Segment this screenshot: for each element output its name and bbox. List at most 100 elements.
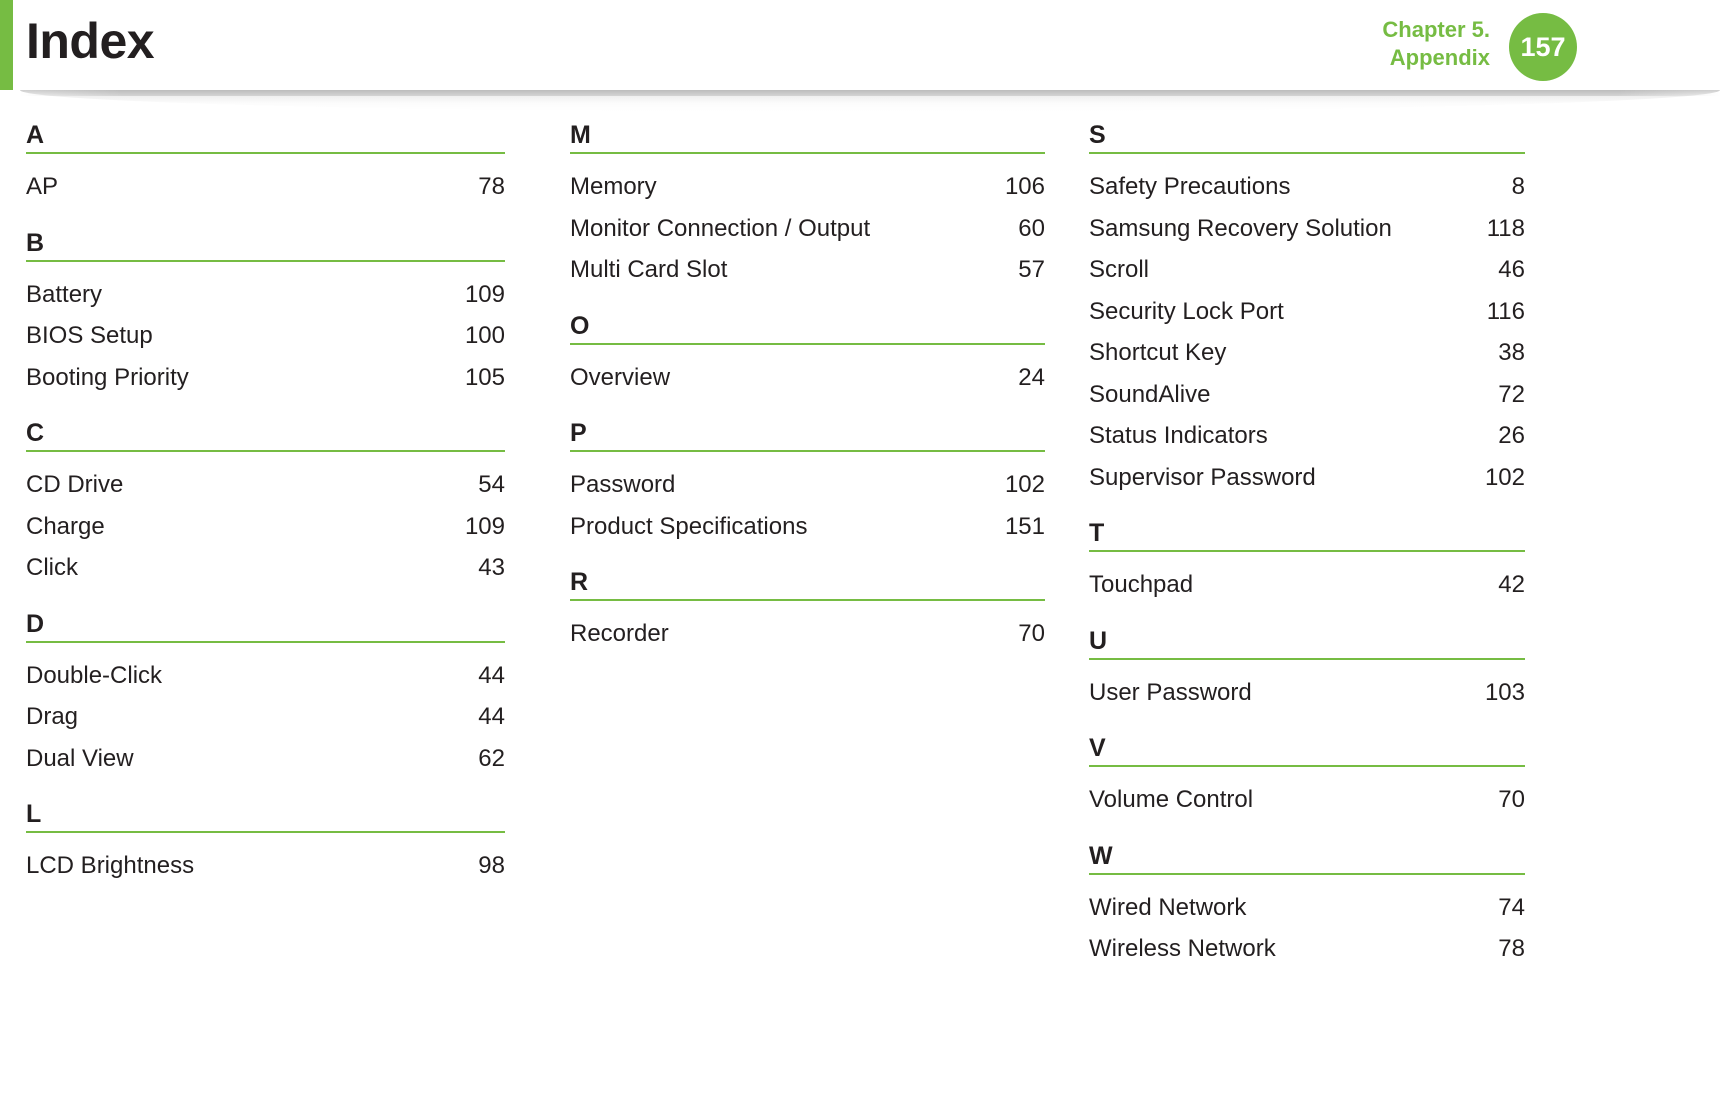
index-entry-label: Overview <box>570 363 671 391</box>
index-section-w: W Wired Network 74 Wireless Network 78 <box>1089 821 1525 970</box>
section-divider <box>1089 550 1525 552</box>
index-entry[interactable]: Double-Click 44 <box>26 655 505 697</box>
index-entry-label: BIOS Setup <box>26 322 153 349</box>
section-letter-heading: M <box>570 121 591 149</box>
index-entry-page: 78 <box>1498 935 1525 962</box>
index-entry-label: Scroll <box>1089 256 1150 283</box>
section-divider <box>570 342 1045 345</box>
index-entry[interactable]: Click 43 <box>26 547 505 589</box>
index-entry-label: Status Indicators <box>1089 422 1268 449</box>
index-entry-label: Supervisor Password <box>1089 463 1316 491</box>
page-number-badge: 157 <box>1509 13 1577 81</box>
index-entry-label: Multi Card Slot <box>570 256 728 283</box>
section-divider <box>570 450 1045 452</box>
section-divider <box>26 640 505 643</box>
chapter-label: Chapter 5. Appendix <box>1160 16 1490 72</box>
index-entry-label: Touchpad <box>1089 571 1194 598</box>
index-section-m: M Memory 106 Monitor Connection / Output 60 M… <box>570 112 1045 291</box>
index-entry[interactable]: BIOS Setup 100 <box>26 315 505 357</box>
index-section-r: R Recorder 70 <box>570 547 1045 655</box>
index-entry[interactable]: Safety Precautions 8 <box>1089 166 1525 208</box>
index-entry[interactable]: Status Indicators 26 <box>1089 415 1525 457</box>
index-entry[interactable]: Scroll 46 <box>1089 249 1525 291</box>
index-entry-label: Memory <box>570 173 657 200</box>
section-letter-heading: L <box>26 800 42 828</box>
index-entry-label: Booting Priority <box>26 363 189 391</box>
index-entry-label: User Password <box>1089 678 1252 706</box>
section-letter-heading: A <box>26 121 45 149</box>
index-entry[interactable]: Volume Control 70 <box>1089 779 1525 821</box>
section-divider <box>1089 765 1525 767</box>
index-entry-label: Charge <box>26 512 105 540</box>
index-entry[interactable]: User Password 103 <box>1089 672 1525 714</box>
index-entry-page: 103 <box>1484 678 1525 706</box>
index-section-l: L LCD Brightness 98 <box>26 779 505 887</box>
index-entry[interactable]: LCD Brightness 98 <box>26 845 505 887</box>
index-entry-label: Drag <box>26 703 79 730</box>
index-entry-page: 8 <box>1511 173 1525 200</box>
section-letter-heading: B <box>26 228 45 257</box>
index-entry-label: Dual View <box>26 744 134 772</box>
page-header: Index Chapter 5. Appendix 157 <box>0 0 1735 112</box>
index-entry[interactable]: Wired Network 74 <box>1089 887 1525 929</box>
index-entry-page: 44 <box>478 703 505 730</box>
index-entry[interactable]: AP 78 <box>26 166 505 208</box>
index-entry-label: Recorder <box>570 620 669 647</box>
index-entry[interactable]: Overview 24 <box>570 357 1045 399</box>
index-entry-page: 105 <box>464 363 505 391</box>
index-entry[interactable]: SoundAlive 72 <box>1089 374 1525 416</box>
index-entry-label: CD Drive <box>26 471 124 498</box>
index-entry-page: 102 <box>1484 463 1525 491</box>
index-column-3: S Safety Precautions 8 Samsung Recovery Sol… <box>1071 112 1735 1116</box>
index-entry[interactable]: CD Drive 54 <box>26 464 505 506</box>
section-divider <box>1089 872 1525 875</box>
index-entry-page: 100 <box>464 322 505 349</box>
index-section-u: U User Password 103 <box>1089 606 1525 714</box>
index-entry-page: 109 <box>464 512 505 540</box>
index-entry[interactable]: Dual View 62 <box>26 738 505 780</box>
index-entry[interactable]: Wireless Network 78 <box>1089 928 1525 970</box>
index-entry-label: Wired Network <box>1089 893 1247 921</box>
index-entry-label: Security Lock Port <box>1089 297 1284 325</box>
index-entry[interactable]: Monitor Connection / Output 60 <box>570 208 1045 250</box>
index-entry-page: 24 <box>1018 363 1045 391</box>
index-entry-page: 62 <box>478 744 505 772</box>
index-entry-label: Click <box>26 554 78 581</box>
index-entry[interactable]: Booting Priority 105 <box>26 357 505 399</box>
index-entry-page: 54 <box>478 471 505 498</box>
index-section-o: O Overview 24 <box>570 291 1045 399</box>
header-accent-bar <box>0 0 13 90</box>
index-entry[interactable]: Security Lock Port 116 <box>1089 291 1525 333</box>
index-entry-label: Product Specifications <box>570 512 808 540</box>
index-section-p: P Password 102 Product Specifications 151 <box>570 398 1045 547</box>
section-letter-heading: O <box>570 311 590 340</box>
chapter-name-line: Appendix <box>1389 45 1490 70</box>
index-section-v: V Volume Control 70 <box>1089 713 1525 821</box>
section-letter-heading: C <box>26 419 45 447</box>
index-entry-page: 78 <box>478 173 505 200</box>
index-entry[interactable]: Charge 109 <box>26 506 505 548</box>
index-entry[interactable]: Samsung Recovery Solution 118 <box>1089 208 1525 250</box>
index-section-d: D Double-Click 44 Drag 44 Dual View 62 <box>26 589 505 780</box>
section-divider <box>26 259 505 262</box>
chapter-number-line: Chapter 5. <box>1382 17 1490 42</box>
index-entry[interactable]: Multi Card Slot 57 <box>570 249 1045 291</box>
index-entry[interactable]: Battery 109 <box>26 274 505 316</box>
index-section-s: S Safety Precautions 8 Samsung Recovery Sol… <box>1089 112 1525 498</box>
index-entry[interactable]: Recorder 70 <box>570 613 1045 655</box>
section-letter-heading: V <box>1089 734 1106 762</box>
index-entry[interactable]: Drag 44 <box>26 696 505 738</box>
section-letter-heading: R <box>570 568 589 596</box>
index-entry-label: Battery <box>26 280 103 308</box>
index-entry[interactable]: Shortcut Key 38 <box>1089 332 1525 374</box>
section-letter-heading: U <box>1089 626 1108 655</box>
index-entry[interactable]: Memory 106 <box>570 166 1045 208</box>
section-divider <box>1089 152 1525 154</box>
index-entry-page: 42 <box>1498 571 1525 598</box>
index-entry[interactable]: Touchpad 42 <box>1089 564 1525 606</box>
index-entry[interactable]: Supervisor Password 102 <box>1089 457 1525 499</box>
index-entry[interactable]: Product Specifications 151 <box>570 506 1045 548</box>
index-entry[interactable]: Password 102 <box>570 464 1045 506</box>
index-entry-label: Safety Precautions <box>1089 173 1291 200</box>
index-entry-label: Double-Click <box>26 661 163 689</box>
